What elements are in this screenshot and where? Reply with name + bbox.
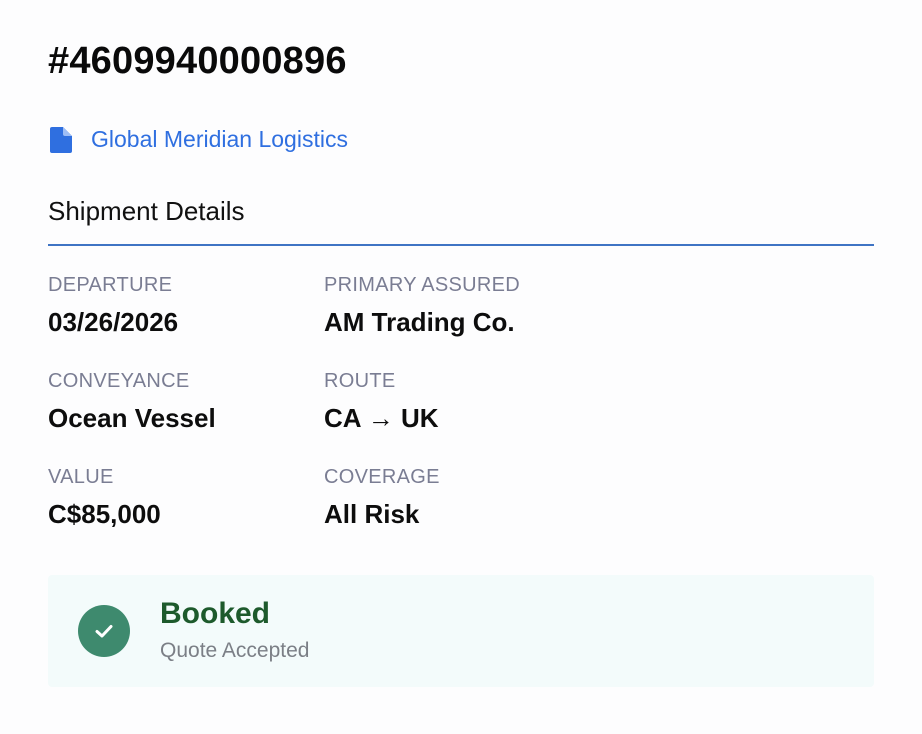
route-value: CA → UK xyxy=(324,403,439,433)
primary-assured-value: AM Trading Co. xyxy=(324,307,515,337)
departure-label: DEPARTURE xyxy=(48,274,173,296)
primary-assured-field: PRIMARY ASSURED AM Trading Co. xyxy=(324,274,520,338)
status-title: Booked xyxy=(160,597,271,630)
coverage-field: COVERAGE All Risk xyxy=(324,466,440,530)
coverage-label: COVERAGE xyxy=(324,466,440,488)
status-card: Booked Quote Accepted xyxy=(48,575,874,687)
document-icon xyxy=(50,126,72,153)
primary-assured-label: PRIMARY ASSURED xyxy=(324,274,521,296)
section-title: Shipment Details xyxy=(48,196,245,226)
status-subtitle: Quote Accepted xyxy=(160,639,310,662)
value-label: VALUE xyxy=(48,466,114,488)
shipment-id-title: #4609940000896 xyxy=(48,40,347,82)
value-field: VALUE C$85,000 xyxy=(48,466,161,530)
company-name[interactable]: Global Meridian Logistics xyxy=(91,126,348,153)
check-icon xyxy=(78,605,130,657)
conveyance-value: Ocean Vessel xyxy=(48,403,216,433)
company-link[interactable]: Global Meridian Logistics xyxy=(50,126,348,153)
conveyance-label: CONVEYANCE xyxy=(48,370,190,392)
route-label: ROUTE xyxy=(324,370,396,392)
route-field: ROUTE CA → UK xyxy=(324,370,439,434)
departure-field: DEPARTURE 03/26/2026 xyxy=(48,274,178,338)
coverage-value: All Risk xyxy=(324,499,420,529)
shipment-page: #4609940000896 Global Meridian Logistics… xyxy=(0,0,922,734)
section-divider xyxy=(48,244,874,246)
departure-value: 03/26/2026 xyxy=(48,307,179,337)
value-amount: C$85,000 xyxy=(48,499,161,529)
conveyance-field: CONVEYANCE Ocean Vessel xyxy=(48,370,216,434)
